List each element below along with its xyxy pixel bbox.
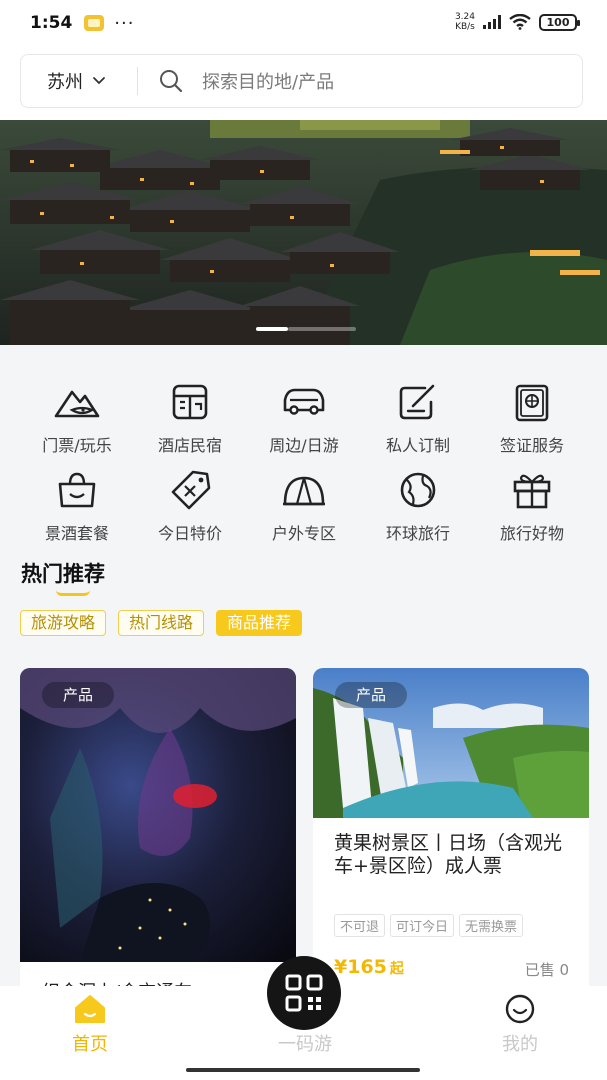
- shopping-bag-icon: [58, 472, 96, 508]
- label-no-exchange: 无需换票: [459, 914, 524, 937]
- profile-icon: [505, 994, 535, 1024]
- nav-qr-label[interactable]: 一码游: [240, 1030, 370, 1056]
- product-tag: 产品: [42, 682, 114, 708]
- search-bar: 苏州 探索目的地/产品: [20, 54, 583, 108]
- product-tag: 产品: [335, 682, 407, 708]
- category-hotels[interactable]: 酒店民宿: [130, 380, 250, 456]
- label-bookable-today: 可订今日: [390, 914, 455, 937]
- banner-carousel[interactable]: [0, 120, 607, 345]
- price-tag-icon: [171, 470, 211, 510]
- passport-icon: [515, 384, 549, 422]
- tent-icon: [283, 476, 325, 506]
- more-notifications-icon: ···: [114, 12, 135, 34]
- category-goods[interactable]: 旅行好物: [472, 468, 592, 544]
- tab-travel-guides[interactable]: 旅游攻略: [20, 610, 107, 636]
- product-title: 黄果树景区丨日场（含观光车+景区险）成人票: [334, 832, 563, 877]
- sold-count: 已售 0: [524, 961, 569, 979]
- category-packages[interactable]: 景酒套餐: [17, 468, 137, 544]
- battery-icon: 100: [539, 13, 580, 31]
- category-global[interactable]: 环球旅行: [358, 468, 478, 544]
- wifi-icon: [509, 14, 531, 30]
- tab-products[interactable]: 商品推荐: [216, 610, 303, 636]
- chevron-down-icon: [93, 77, 105, 85]
- qr-code-icon: [285, 974, 323, 1012]
- divider: [137, 67, 138, 95]
- product-labels: 不可退 可订今日 无需换票: [334, 914, 524, 937]
- network-speed: 3.24 KB/s: [454, 12, 475, 32]
- gift-icon: [513, 474, 551, 509]
- status-right: 3.24 KB/s 100: [454, 12, 580, 32]
- status-bar: 1:54 ··· 3.24 KB/s 100: [0, 0, 607, 46]
- globe-icon: [400, 472, 436, 508]
- notification-icon: [84, 15, 105, 31]
- hotel-icon: [172, 384, 208, 420]
- carousel-indicator: [256, 327, 356, 331]
- home-icon: [75, 995, 105, 1023]
- search-header: 苏州 探索目的地/产品: [0, 46, 607, 120]
- signal-icon: [483, 15, 501, 29]
- category-tickets[interactable]: 门票/玩乐: [17, 380, 137, 456]
- edit-note-icon: [399, 384, 435, 420]
- mountain-ticket-icon: [54, 390, 100, 418]
- nav-home[interactable]: 首页: [30, 994, 150, 1056]
- label-non-refundable: 不可退: [334, 914, 386, 937]
- section-title: 热门推荐: [21, 562, 105, 586]
- car-icon: [283, 388, 325, 415]
- category-day-trips[interactable]: 周边/日游: [244, 380, 364, 456]
- category-specials[interactable]: 今日特价: [130, 468, 250, 544]
- search-icon: [160, 70, 183, 93]
- filter-tabs: 旅游攻略 热门线路 商品推荐: [20, 610, 303, 636]
- home-indicator: [186, 1068, 420, 1072]
- category-outdoor[interactable]: 户外专区: [244, 468, 364, 544]
- product-price: ¥165 起: [334, 956, 404, 978]
- qr-code-button[interactable]: [267, 956, 341, 1030]
- city-selector[interactable]: 苏州: [21, 68, 137, 94]
- category-visa[interactable]: 签证服务: [472, 380, 592, 456]
- app-screen: 1:54 ··· 3.24 KB/s 100 苏州 探索目的地/产品 门票/玩乐…: [0, 0, 607, 1080]
- banner-image: [0, 120, 607, 345]
- nav-mine[interactable]: 我的: [460, 994, 580, 1056]
- cave-image: [20, 668, 296, 962]
- tab-hot-routes[interactable]: 热门线路: [118, 610, 205, 636]
- search-input[interactable]: 探索目的地/产品: [202, 68, 334, 94]
- city-name: 苏州: [47, 72, 83, 93]
- title-underline: [56, 590, 90, 596]
- status-time: 1:54: [30, 13, 73, 33]
- category-custom[interactable]: 私人订制: [358, 380, 478, 456]
